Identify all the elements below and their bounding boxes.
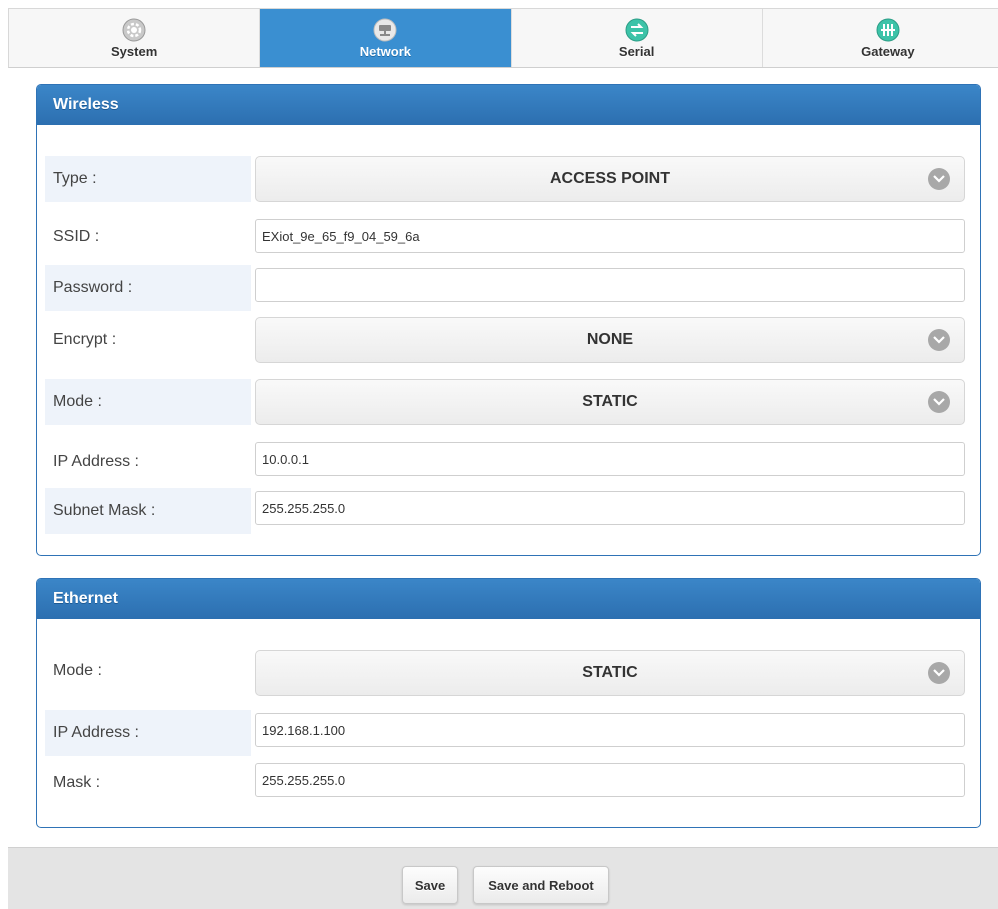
tab-serial[interactable]: Serial — [512, 9, 763, 67]
ethernet-mode-label: Mode : — [53, 662, 102, 679]
tab-system-label: System — [111, 43, 158, 59]
wireless-type-label: Type : — [45, 156, 251, 202]
wireless-type-select[interactable]: ACCESS POINT — [255, 156, 965, 202]
ethernet-ip-row: IP Address : — [37, 710, 980, 756]
wireless-type-row: Type : ACCESS POINT — [37, 156, 980, 202]
ethernet-ip-input[interactable] — [255, 713, 965, 747]
wireless-ip-label: IP Address : — [53, 453, 139, 470]
gear-icon — [122, 18, 146, 42]
wireless-type-value: ACCESS POINT — [549, 170, 670, 187]
tab-serial-label: Serial — [618, 43, 655, 59]
wireless-ssid-row: SSID : — [37, 214, 980, 254]
ethernet-mask-input[interactable] — [255, 763, 965, 797]
wireless-mode-label: Mode : — [45, 379, 251, 425]
ethernet-mask-label: Mask : — [53, 774, 101, 791]
wireless-ip-row: IP Address : — [37, 439, 980, 485]
tab-gateway[interactable]: Gateway — [763, 9, 998, 67]
tab-network-label: Network — [359, 43, 412, 59]
wireless-panel-title: Wireless — [37, 85, 980, 125]
encrypt-value: NONE — [586, 331, 634, 348]
tab-system[interactable]: System — [9, 9, 261, 67]
ethernet-mode-value: STATIC — [582, 664, 638, 681]
footer-bar: Save Save and Reboot — [8, 847, 998, 909]
wireless-ssid-label: SSID : — [53, 228, 100, 245]
chevron-down-icon — [928, 662, 950, 684]
wireless-panel: Wireless Type : ACCESS POINT SSID : Pass… — [36, 84, 981, 556]
chevron-down-icon — [928, 168, 950, 190]
wireless-ip-input[interactable] — [255, 442, 965, 476]
ethernet-ip-label: IP Address : — [45, 710, 251, 756]
ethernet-panel: Ethernet Mode : STATIC IP Address : Mask… — [36, 578, 981, 828]
tab-gateway-label: Gateway — [861, 43, 915, 59]
tab-network[interactable]: Network — [260, 9, 512, 67]
ethernet-panel-title: Ethernet — [37, 579, 980, 619]
wireless-password-label: Password : — [45, 265, 251, 311]
ethernet-mode-select[interactable]: STATIC — [255, 650, 965, 696]
gateway-icon — [876, 18, 900, 42]
network-icon — [373, 18, 397, 42]
wireless-mode-row: Mode : STATIC — [37, 379, 980, 425]
top-nav: System Network Serial Gateway — [8, 8, 998, 68]
wireless-mode-value: STATIC — [582, 393, 638, 410]
ethernet-mode-row: Mode : STATIC — [37, 650, 980, 696]
encrypt-select[interactable]: NONE — [255, 317, 965, 363]
wireless-subnet-label: Subnet Mask : — [45, 488, 251, 534]
wireless-password-row: Password : — [37, 265, 980, 311]
serial-arrows-icon — [625, 18, 649, 42]
ssid-input[interactable] — [255, 219, 965, 253]
wireless-mode-select[interactable]: STATIC — [255, 379, 965, 425]
wireless-subnet-row: Subnet Mask : — [37, 488, 980, 534]
ethernet-mask-row: Mask : — [37, 760, 980, 806]
chevron-down-icon — [928, 329, 950, 351]
wireless-encrypt-label: Encrypt : — [53, 331, 117, 348]
chevron-down-icon — [928, 391, 950, 413]
password-input[interactable] — [255, 268, 965, 302]
wireless-encrypt-row: Encrypt : NONE — [37, 317, 980, 363]
subnet-mask-input[interactable] — [255, 491, 965, 525]
save-button[interactable]: Save — [402, 866, 458, 904]
save-and-reboot-button[interactable]: Save and Reboot — [473, 866, 609, 904]
